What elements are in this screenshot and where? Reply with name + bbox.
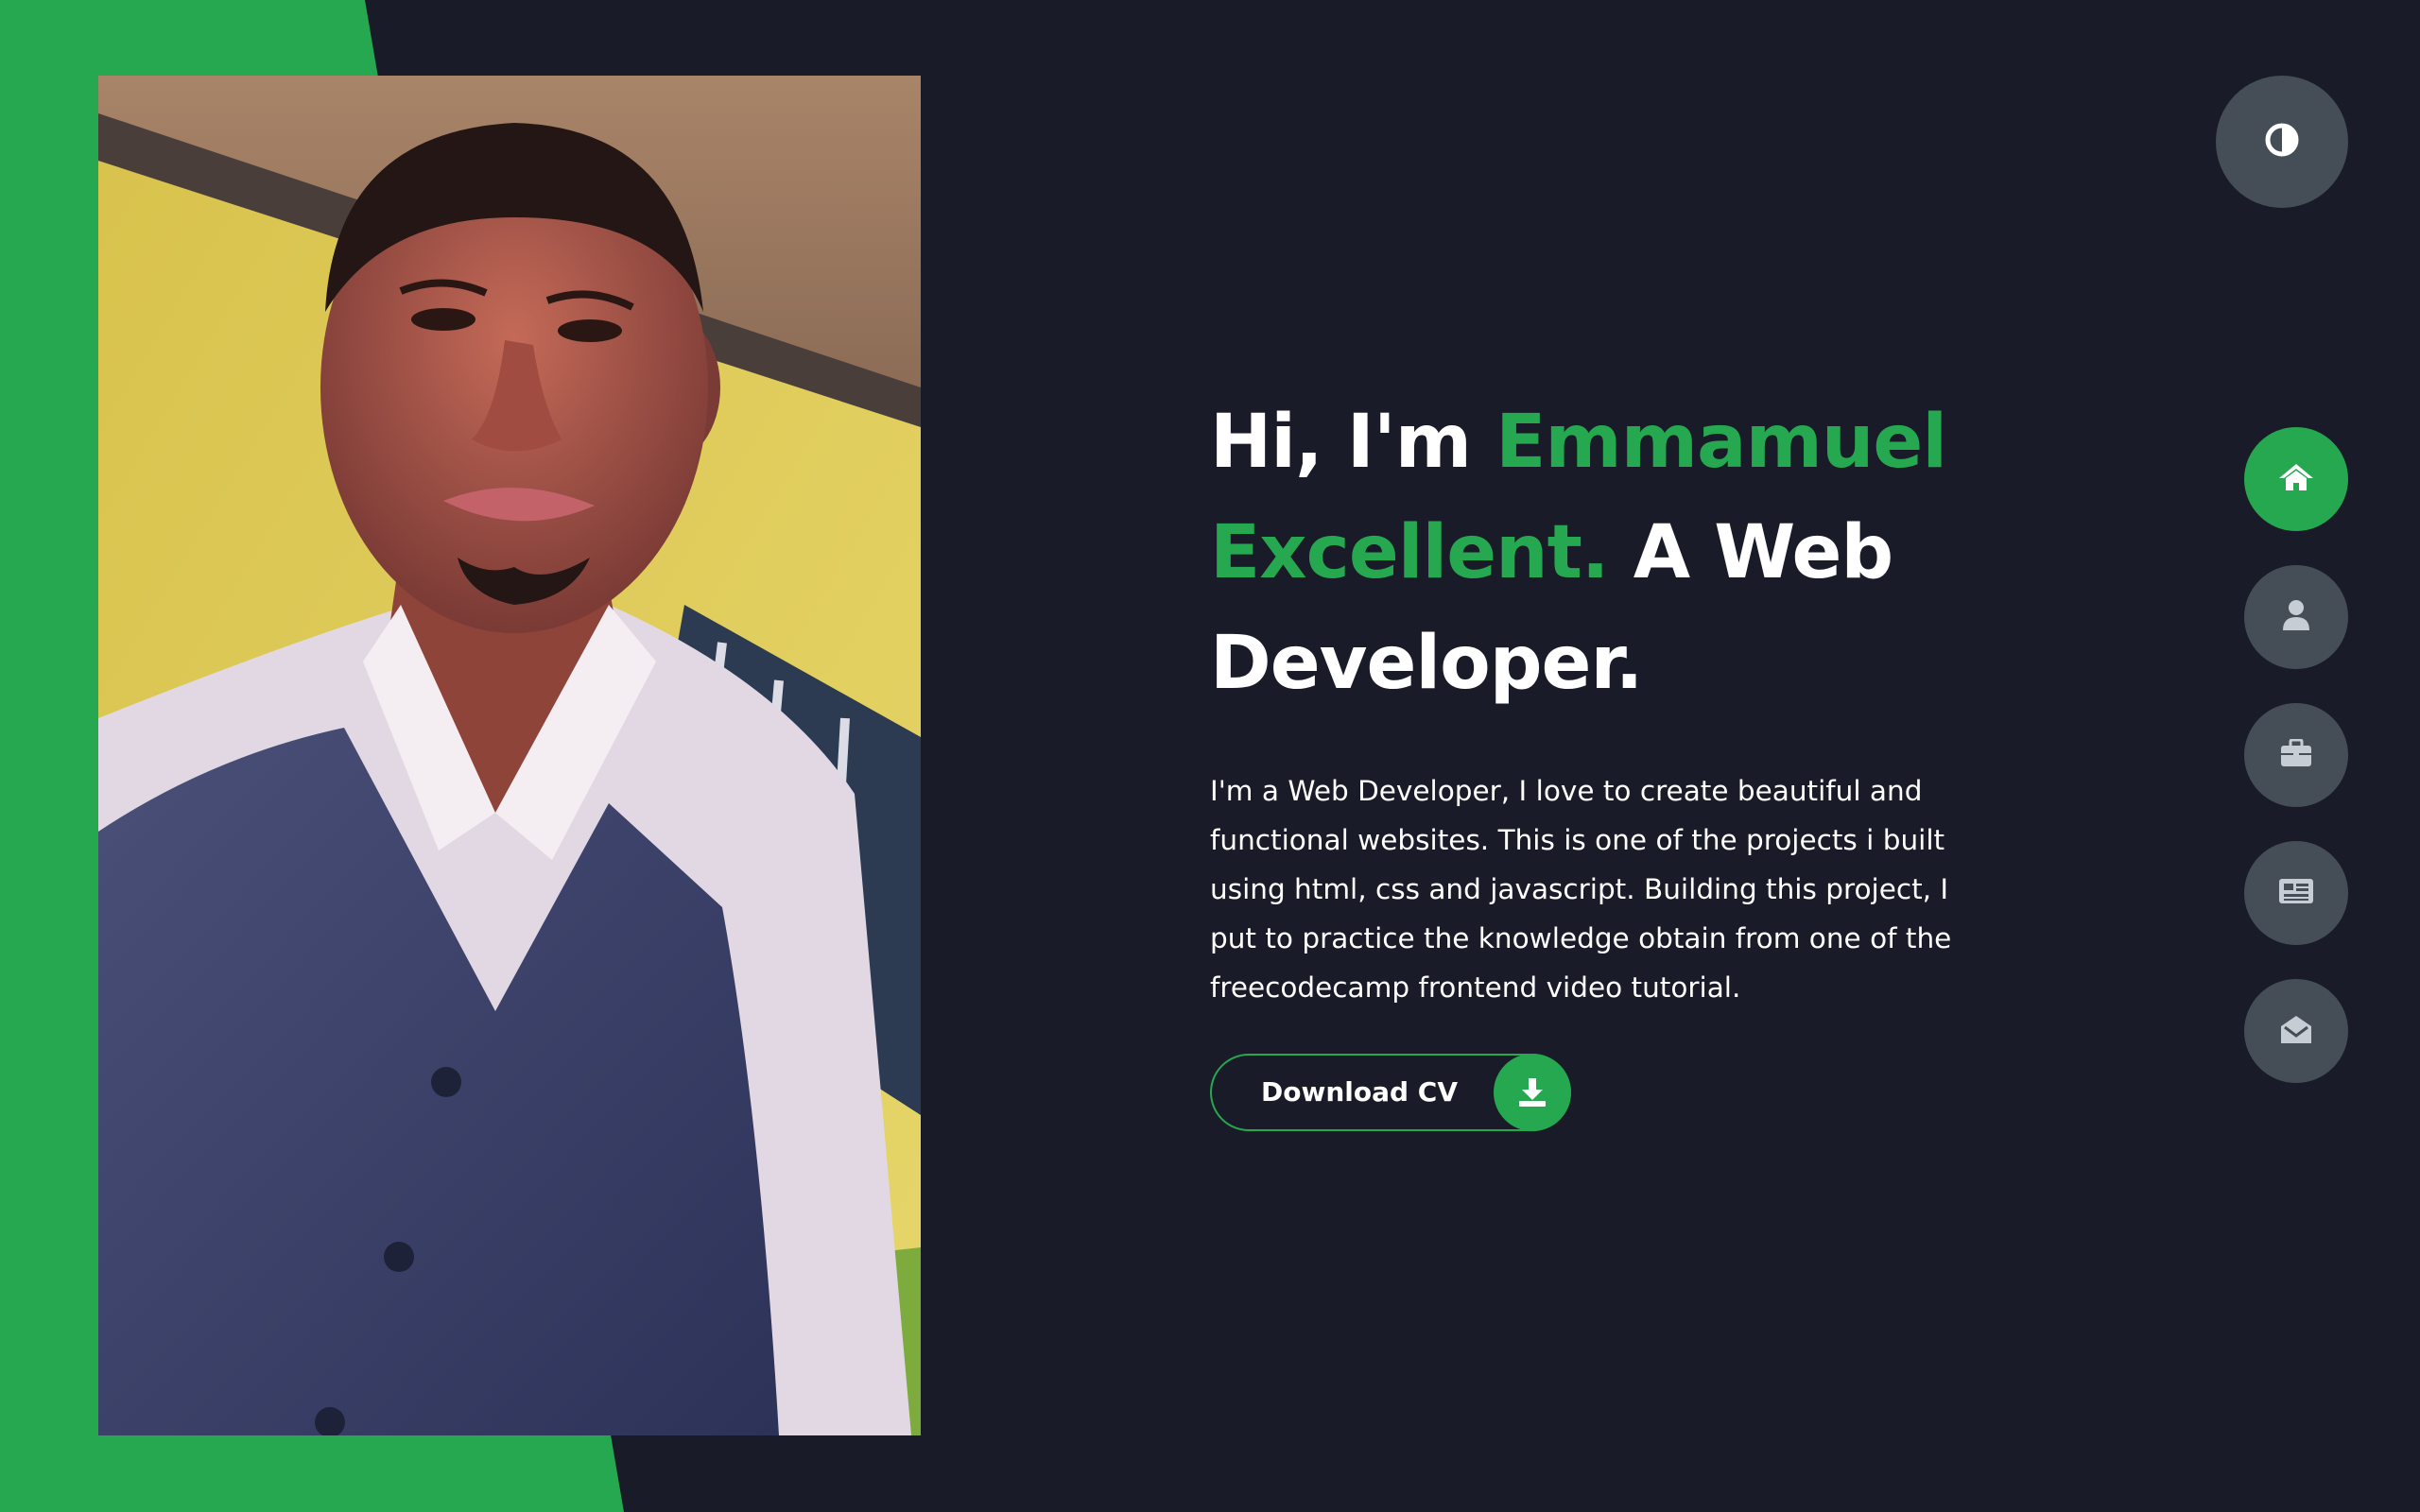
role-text-1: A Web (1633, 510, 1894, 595)
nav-portfolio-button[interactable] (2244, 703, 2348, 807)
profile-photo (98, 76, 921, 1435)
download-icon (1494, 1054, 1571, 1131)
newspaper-icon (2278, 878, 2314, 908)
hero-description: I'm a Web Developer, I love to create be… (1210, 775, 1952, 1004)
name-first: Emmamuel (1495, 400, 1947, 485)
theme-toggle-button[interactable] (2216, 76, 2348, 208)
nav-about-button[interactable] (2244, 565, 2348, 669)
home-icon (2278, 462, 2314, 496)
name-last: Excellent. (1210, 510, 1610, 595)
nav-home-button[interactable] (2244, 427, 2348, 531)
half-circle-icon (2264, 122, 2300, 162)
portfolio-page: Hi, I'm Emmamuel Excellent. A Web Develope… (0, 0, 2420, 1512)
nav-blogs-button[interactable] (2244, 841, 2348, 945)
hero-section: Hi, I'm Emmamuel Excellent. A Web Develope… (1210, 387, 2014, 1131)
envelope-open-icon (2280, 1014, 2312, 1048)
user-icon (2282, 599, 2310, 635)
role-text-2: Developer. (1210, 621, 1643, 706)
nav-contact-button[interactable] (2244, 979, 2348, 1083)
greeting-text: Hi, I'm (1210, 400, 1472, 485)
download-cv-button[interactable]: Download CV (1210, 1054, 1571, 1131)
download-cv-label: Download CV (1261, 1076, 1459, 1108)
briefcase-icon (2280, 738, 2312, 771)
hero-heading: Hi, I'm Emmamuel Excellent. A Web Develope… (1210, 387, 2014, 719)
